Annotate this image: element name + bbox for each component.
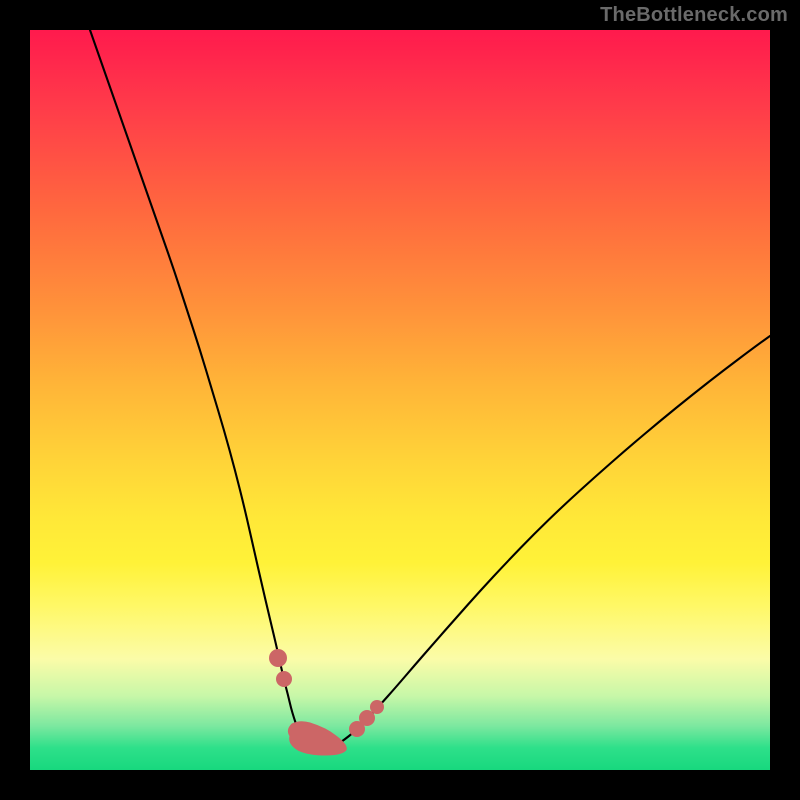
- curve-overlay: [30, 30, 770, 770]
- data-point-marker: [276, 671, 292, 687]
- chart-frame: TheBottleneck.com: [0, 0, 800, 800]
- plot-area: [30, 30, 770, 770]
- bottom-blob-marker: [288, 722, 346, 755]
- data-point-marker: [370, 700, 384, 714]
- left-curve: [90, 30, 320, 752]
- data-point-markers: [269, 649, 384, 737]
- data-point-marker: [269, 649, 287, 667]
- watermark-text: TheBottleneck.com: [600, 4, 788, 27]
- right-curve: [320, 336, 770, 752]
